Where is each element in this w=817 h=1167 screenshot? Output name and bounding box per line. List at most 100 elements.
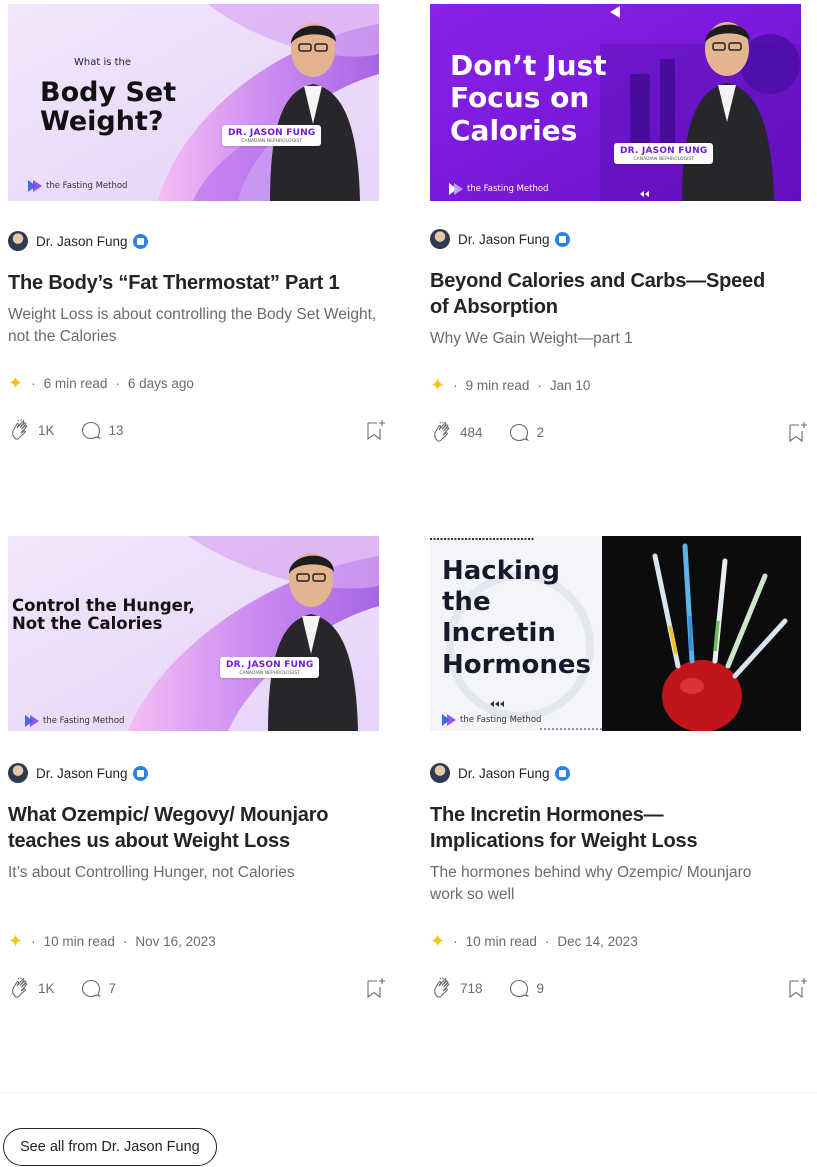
- tag-role: CANADIAN NEPHROLOGIST: [241, 139, 303, 144]
- bookmark-add-icon[interactable]: [786, 976, 810, 1000]
- responses-button[interactable]: 9: [508, 977, 544, 999]
- separator-dot: ·: [122, 933, 128, 949]
- save-button[interactable]: [786, 976, 810, 1000]
- author-tag: DR. JASON FUNG CANADIAN NEPHROLOGIST: [222, 125, 322, 146]
- tag-name: DR. JASON FUNG: [620, 146, 708, 156]
- story-subtitle[interactable]: The hormones behind why Ozempic/ Mounjar…: [430, 862, 760, 906]
- clap-count: 718: [460, 980, 483, 996]
- read-time: 10 min read: [465, 933, 537, 949]
- story-card[interactable]: Don’t Just Focus on Calories DR. JASON F…: [430, 0, 810, 444]
- story-card[interactable]: Hacking the Incretin Hormones the Fastin…: [430, 532, 810, 1000]
- story-actions: 484 2: [430, 420, 810, 444]
- story-meta: ✦ · 9 min read · Jan 10: [430, 375, 810, 395]
- star-icon: ✦: [8, 931, 24, 951]
- thumbnail-headline: Don’t Just Focus on Calories: [450, 49, 607, 147]
- response-icon[interactable]: [80, 977, 102, 999]
- save-button[interactable]: [786, 420, 810, 444]
- author-row[interactable]: Dr. Jason Fung: [8, 761, 388, 785]
- tag-name: DR. JASON FUNG: [228, 128, 316, 138]
- logo-text: the Fasting Method: [460, 715, 542, 725]
- author-row[interactable]: Dr. Jason Fung: [8, 229, 388, 253]
- logo-text: the Fasting Method: [43, 716, 125, 726]
- response-count: 7: [108, 980, 117, 996]
- response-icon[interactable]: [80, 419, 102, 441]
- story-subtitle[interactable]: It’s about Controlling Hunger, not Calor…: [8, 862, 388, 884]
- fasting-method-logo: the Fasting Method: [28, 180, 127, 192]
- logo-text: the Fasting Method: [467, 184, 549, 194]
- tag-role: CANADIAN NEPHROLOGIST: [633, 157, 695, 162]
- author-row[interactable]: Dr. Jason Fung: [430, 761, 810, 785]
- response-icon[interactable]: [508, 977, 530, 999]
- story-title[interactable]: What Ozempic/ Wegovy/ Mounjaro teaches u…: [8, 802, 388, 854]
- story-subtitle[interactable]: Weight Loss is about controlling the Bod…: [8, 304, 388, 348]
- author-name[interactable]: Dr. Jason Fung: [458, 232, 550, 247]
- logo-mark-icon: [28, 180, 42, 192]
- response-count: 13: [108, 422, 124, 438]
- clap-icon[interactable]: [430, 976, 454, 1000]
- story-actions: 1K 13: [8, 418, 388, 442]
- logo-mark-icon: [25, 715, 39, 727]
- clap-button[interactable]: 1K: [8, 418, 55, 442]
- thumbnail-headline: Body Set Weight?: [40, 78, 176, 136]
- publish-date: Nov 16, 2023: [135, 933, 216, 949]
- responses-button[interactable]: 2: [508, 421, 545, 443]
- bookmark-add-icon[interactable]: [364, 418, 388, 442]
- clap-count: 484: [460, 424, 483, 440]
- save-button[interactable]: [364, 976, 388, 1000]
- clap-button[interactable]: 484: [430, 420, 483, 444]
- clap-icon[interactable]: [8, 976, 32, 1000]
- clap-button[interactable]: 1K: [8, 976, 55, 1000]
- separator-dot: ·: [115, 375, 120, 391]
- clap-icon[interactable]: [8, 418, 32, 442]
- save-button[interactable]: [364, 418, 388, 442]
- logo-text: the Fasting Method: [46, 181, 128, 191]
- response-count: 2: [536, 424, 545, 440]
- clap-count: 1K: [38, 980, 55, 996]
- clap-icon[interactable]: [430, 420, 454, 444]
- author-name[interactable]: Dr. Jason Fung: [458, 766, 550, 781]
- responses-button[interactable]: 13: [80, 419, 124, 441]
- story-thumbnail[interactable]: Don’t Just Focus on Calories DR. JASON F…: [430, 4, 801, 201]
- author-name[interactable]: Dr. Jason Fung: [36, 234, 128, 249]
- story-card[interactable]: What is the Body Set Weight? DR. JASON F…: [8, 0, 388, 442]
- thumbnail-headline-line: Focus on: [450, 81, 590, 115]
- story-title[interactable]: The Body’s “Fat Thermostat” Part 1: [8, 270, 388, 296]
- avatar[interactable]: [430, 763, 450, 783]
- bookmark-add-icon[interactable]: [364, 976, 388, 1000]
- separator-dot: ·: [453, 933, 458, 949]
- avatar[interactable]: [8, 763, 28, 783]
- story-thumbnail[interactable]: Hacking the Incretin Hormones the Fastin…: [430, 536, 801, 731]
- avatar[interactable]: [8, 231, 28, 251]
- logo-mark-icon: [442, 714, 456, 726]
- thumbnail-headline-line: Hacking: [442, 556, 561, 586]
- response-icon[interactable]: [508, 421, 530, 443]
- bookmark-add-icon[interactable]: [786, 420, 810, 444]
- publish-date: Jan 10: [549, 377, 591, 393]
- thumbnail-headline-line: Weight?: [40, 106, 164, 138]
- verified-badge-icon: [132, 765, 148, 781]
- responses-button[interactable]: 7: [80, 977, 117, 999]
- story-title[interactable]: Beyond Calories and Carbs—Speed of Absor…: [430, 268, 770, 320]
- story-thumbnail[interactable]: Control the Hunger, Not the Calories DR.…: [8, 536, 379, 731]
- author-name[interactable]: Dr. Jason Fung: [36, 766, 128, 781]
- publish-date: 6 days ago: [127, 375, 194, 391]
- story-title[interactable]: The Incretin Hormones—Implications for W…: [430, 802, 760, 854]
- read-time: 10 min read: [43, 933, 115, 949]
- thumbnail-headline-line: Don’t Just: [450, 49, 607, 82]
- story-meta: ✦ · 10 min read · Dec 14, 2023: [430, 931, 810, 951]
- see-all-button[interactable]: See all from Dr. Jason Fung: [3, 1128, 217, 1166]
- story-card[interactable]: Control the Hunger, Not the Calories DR.…: [8, 532, 388, 1000]
- author-row[interactable]: Dr. Jason Fung: [430, 227, 810, 251]
- author-tag: DR. JASON FUNG CANADIAN NEPHROLOGIST: [614, 143, 714, 164]
- clap-button[interactable]: 718: [430, 976, 483, 1000]
- fasting-method-logo: the Fasting Method: [25, 715, 124, 727]
- fasting-method-logo: the Fasting Method: [449, 183, 548, 195]
- story-thumbnail[interactable]: What is the Body Set Weight? DR. JASON F…: [8, 4, 379, 201]
- star-icon: ✦: [8, 373, 24, 393]
- story-subtitle[interactable]: Why We Gain Weight—part 1: [430, 328, 810, 350]
- thumbnail-headline-line: Calories: [450, 113, 578, 147]
- publish-date: Dec 14, 2023: [557, 933, 638, 949]
- section-divider: [0, 1092, 817, 1093]
- separator-dot: ·: [453, 377, 458, 393]
- avatar[interactable]: [430, 229, 450, 249]
